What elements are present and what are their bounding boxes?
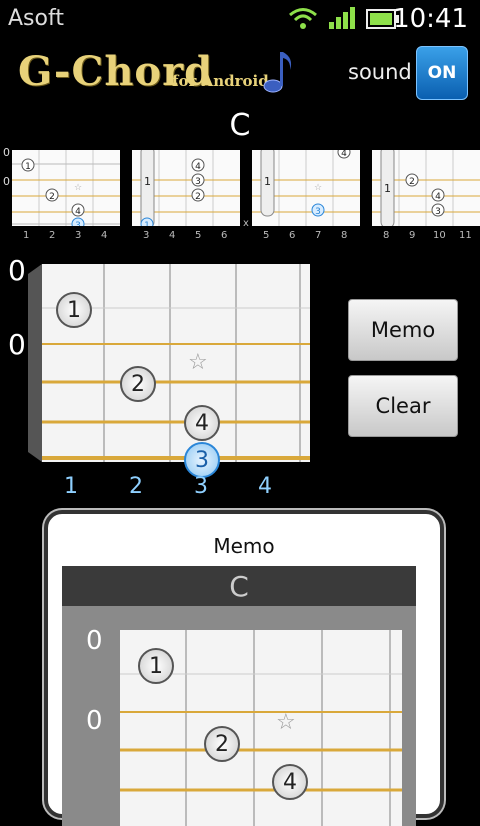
svg-text:3: 3 <box>195 177 201 187</box>
chord-thumbnail[interactable]: 4 ☆ 3 <box>252 150 360 226</box>
svg-text:4: 4 <box>75 207 81 217</box>
thumb-fret-label: 1 <box>23 230 30 241</box>
thumb-open-mark: 0 <box>3 175 10 188</box>
music-note-icon <box>263 52 292 93</box>
thumb-fret-label: 7 <box>315 230 322 241</box>
thumb-fret-label: 3 <box>75 230 82 241</box>
thumb-fret-label: 9 <box>409 230 416 241</box>
thumb-open-mark: 0 <box>3 146 10 159</box>
thumb-position-mark: 1 <box>384 182 391 195</box>
svg-text:3: 3 <box>75 221 81 226</box>
thumb-fret-label: 6 <box>289 230 296 241</box>
thumb-fret-label: 4 <box>169 230 176 241</box>
status-bar: Asoft 10:41 <box>0 0 480 38</box>
root-finger-marker[interactable]: 3 <box>184 442 220 478</box>
thumb-fret-label: 11 <box>459 230 472 241</box>
thumb-fret-label: 2 <box>49 230 56 241</box>
fret-number: 3 <box>194 474 208 499</box>
memo-star-marker: ☆ <box>276 710 296 735</box>
svg-text:2: 2 <box>49 192 55 202</box>
thumb-fret-label: 5 <box>263 230 270 241</box>
wifi-icon <box>289 8 317 29</box>
thumb-mute-mark: x <box>243 218 249 229</box>
fret-number: 1 <box>64 474 78 499</box>
memo-chord-name: C <box>62 566 416 606</box>
svg-text:4: 4 <box>435 192 441 202</box>
svg-text:4: 4 <box>195 162 201 172</box>
svg-text:☆: ☆ <box>314 183 322 193</box>
thumb-position-mark: 1 <box>264 175 271 188</box>
finger-marker[interactable]: 1 <box>56 292 92 328</box>
svg-text:3: 3 <box>435 207 441 217</box>
memo-finger-marker: 1 <box>138 648 174 684</box>
thumb-fret-label: 4 <box>101 230 108 241</box>
finger-marker[interactable]: 4 <box>184 405 220 441</box>
memo-title: Memo <box>213 534 275 558</box>
svg-text:2: 2 <box>409 177 415 187</box>
memo-button[interactable]: Memo <box>348 299 458 361</box>
memo-panel: Memo C 0 0 1 2 4 ☆ <box>44 510 444 826</box>
thumb-position-mark: 1 <box>144 175 151 188</box>
open-string-mark: 0 <box>8 328 26 361</box>
thumb-fret-label: 3 <box>143 230 150 241</box>
svg-text:4: 4 <box>341 150 347 159</box>
fret-number: 2 <box>129 474 143 499</box>
clock: 10:41 <box>393 4 468 34</box>
fret-number: 4 <box>258 474 272 499</box>
clear-button[interactable]: Clear <box>348 375 458 437</box>
svg-text:3: 3 <box>315 207 321 217</box>
memo-finger-marker: 2 <box>204 726 240 762</box>
finger-marker[interactable]: 2 <box>120 366 156 402</box>
chord-name: C <box>229 108 251 143</box>
sound-toggle-button[interactable]: ON <box>416 46 468 100</box>
open-string-mark: 0 <box>8 254 26 287</box>
thumb-fret-label: 8 <box>341 230 348 241</box>
svg-text:☆: ☆ <box>74 183 82 193</box>
memo-finger-marker: 4 <box>272 764 308 800</box>
star-marker: ☆ <box>188 350 208 375</box>
memo-open-mark: 0 <box>86 626 103 656</box>
memo-fretboard-area[interactable]: 0 0 1 2 4 ☆ <box>62 606 416 826</box>
thumb-fret-label: 10 <box>433 230 446 241</box>
signal-icon <box>329 7 355 29</box>
svg-text:1: 1 <box>25 162 31 172</box>
app-logo-subtitle: for Android <box>172 72 269 90</box>
thumb-fret-label: 5 <box>195 230 202 241</box>
sound-label: sound <box>348 60 412 84</box>
svg-text:1: 1 <box>144 221 150 226</box>
memo-open-mark: 0 <box>86 706 103 736</box>
carrier-label: Asoft <box>8 6 64 31</box>
chord-thumbnail[interactable]: 4 3 2 1 <box>132 150 240 226</box>
thumb-fret-label: 6 <box>221 230 228 241</box>
svg-text:2: 2 <box>195 192 201 202</box>
thumb-fret-label: 8 <box>383 230 390 241</box>
chord-thumbnail[interactable]: 1 2 ☆ 4 3 <box>12 150 120 226</box>
